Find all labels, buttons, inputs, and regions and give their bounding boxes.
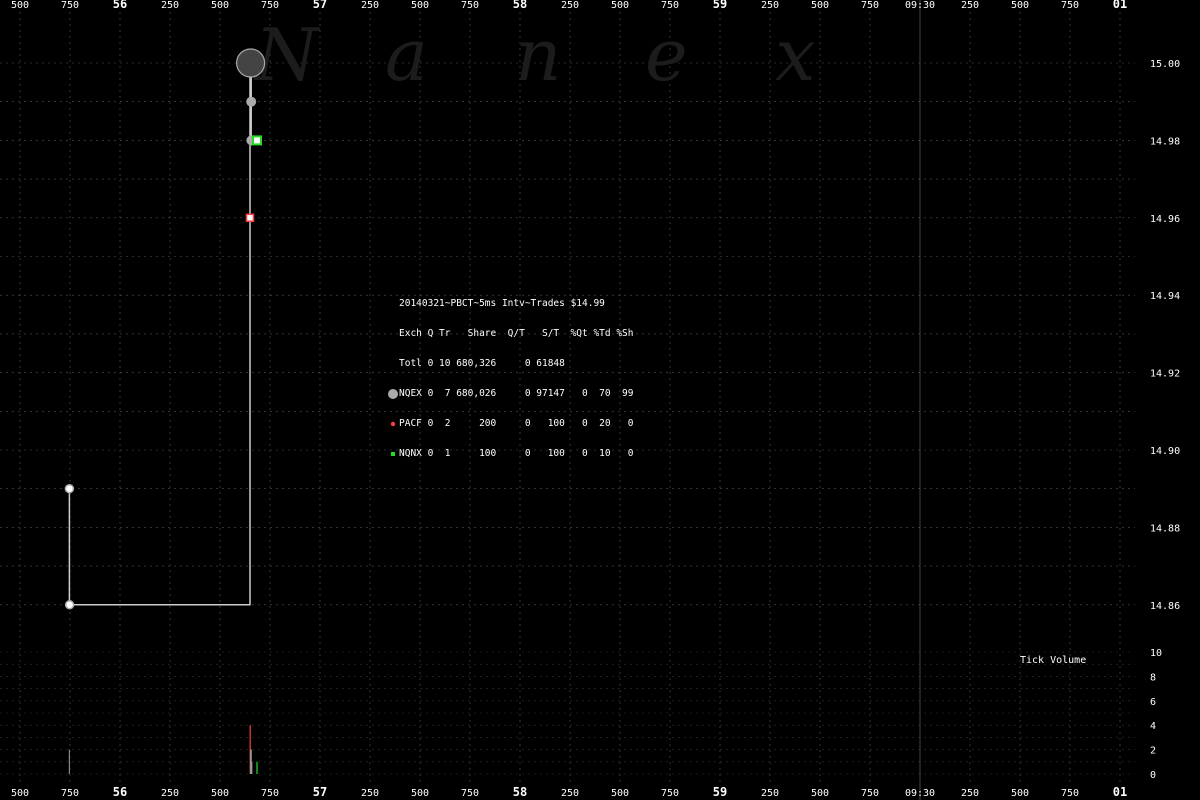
legend-header: Exch Q Tr Share Q/T S/T %Qt %Td %Sh — [399, 328, 634, 339]
legend-row-nqex: NQEX 0 7 680,026 0 97147 0 70 99 — [388, 389, 634, 399]
nqex-trade-point — [246, 96, 257, 107]
x-tick-label-bottom: 500 — [411, 788, 429, 799]
legend-row-pacf-text: PACF 0 2 200 0 100 0 20 0 — [399, 418, 634, 429]
x-axis: 500 750 56 250 500 750 57 250 500 750 58 250 500 750 5… — [11, 0, 1127, 799]
chart-svg: Nanex 500 750 56 250 500 750 57 250 500 750 58 250 5… — [0, 0, 1180, 800]
x-tick-label-bottom: 750 — [661, 788, 679, 799]
x-tick-label-top: 01 — [1113, 0, 1127, 11]
y-tick-label: 14.94 — [1150, 291, 1180, 302]
chart-title: 20140321~PBCT~5ms Intv~Trades $14.99 — [399, 298, 605, 309]
legend-row-nqex-text: NQEX 0 7 680,026 0 97147 0 70 99 — [399, 388, 634, 399]
x-tick-label-bottom: 750 — [1061, 788, 1079, 799]
watermark-letter: e — [645, 13, 688, 97]
legend: 20140321~PBCT~5ms Intv~Trades $14.99 Exc… — [388, 279, 634, 479]
x-tick-label-top: 250 — [361, 0, 379, 11]
x-tick-label-bottom: 500 — [11, 788, 29, 799]
x-tick-label-top: 500 — [211, 0, 229, 11]
x-tick-label-top: 250 — [161, 0, 179, 11]
legend-row-pacf: PACF 0 2 200 0 100 0 20 0 — [388, 419, 634, 429]
y-tick-label: 14.96 — [1150, 214, 1180, 225]
trade-points — [64, 48, 266, 610]
x-tick-label-top: 750 — [661, 0, 679, 11]
x-tick-label-top: 250 — [961, 0, 979, 11]
x-tick-label-top: 750 — [61, 0, 79, 11]
x-tick-label-bottom: 750 — [861, 788, 879, 799]
y-tick-label: 14.88 — [1150, 523, 1180, 534]
watermark-letter: N — [253, 13, 321, 97]
volume-tick-label: 6 — [1150, 697, 1156, 708]
volume-tick-label: 4 — [1150, 721, 1156, 732]
x-tick-label-bottom: 750 — [61, 788, 79, 799]
nqex-circle-icon — [388, 389, 398, 399]
legend-row-nqnx: NQNX 0 1 100 0 100 0 10 0 — [388, 449, 634, 459]
x-tick-label-top: 750 — [261, 0, 279, 11]
x-tick-label-bottom: 500 — [611, 788, 629, 799]
x-tick-label-top: 09:30 — [905, 0, 935, 11]
x-tick-label-top: 500 — [411, 0, 429, 11]
y-axis: 15.00 14.98 14.96 14.94 14.92 14.90 14.88 14.86 — [1150, 59, 1180, 612]
nqex-trade-point — [64, 600, 75, 610]
x-tick-label-bottom: 500 — [211, 788, 229, 799]
legend-row-totl-text: Totl 0 10 680,326 0 61848 — [399, 358, 565, 369]
legend-header-row: Exch Q Tr Share Q/T S/T %Qt %Td %Sh — [388, 329, 634, 339]
volume-tick-label: 8 — [1150, 672, 1156, 683]
y-tick-label: 14.90 — [1150, 446, 1180, 457]
watermark-letter: n — [515, 13, 561, 97]
x-tick-label-top: 500 — [1011, 0, 1029, 11]
nanex-chart: Nanex 500 750 56 250 500 750 57 250 500 750 58 250 5… — [0, 0, 1200, 800]
legend-row-nqnx-text: NQNX 0 1 100 0 100 0 10 0 — [399, 448, 634, 459]
x-tick-label-top: 750 — [461, 0, 479, 11]
pacf-trade-point — [245, 213, 255, 223]
x-tick-label-bottom: 250 — [761, 788, 779, 799]
legend-row-totl: Totl 0 10 680,326 0 61848 — [388, 359, 565, 369]
volume-axis-label: Tick Volume — [1020, 655, 1086, 666]
x-tick-label-bottom: 09:30 — [905, 788, 935, 799]
x-tick-label-bottom: 57 — [313, 785, 327, 799]
x-tick-label-bottom: 250 — [161, 788, 179, 799]
x-tick-label-bottom: 500 — [1011, 788, 1029, 799]
x-tick-label-bottom: 56 — [113, 785, 127, 799]
x-tick-label-bottom: 750 — [261, 788, 279, 799]
volume-tick-label: 2 — [1150, 746, 1156, 757]
pacf-dot-icon — [390, 421, 396, 427]
x-tick-label-top: 250 — [761, 0, 779, 11]
x-tick-label-top: 59 — [713, 0, 727, 11]
x-tick-label-top: 500 — [611, 0, 629, 11]
x-tick-label-top: 250 — [561, 0, 579, 11]
nqex-trade-point — [64, 483, 75, 494]
x-tick-label-bottom: 750 — [461, 788, 479, 799]
x-tick-label-top: 58 — [513, 0, 527, 11]
x-tick-label-bottom: 59 — [713, 785, 727, 799]
y-tick-label: 14.98 — [1150, 136, 1180, 147]
volume-tick-label: 0 — [1150, 770, 1156, 781]
watermark: Na ne x — [253, 13, 816, 97]
nqnx-trade-point — [252, 135, 262, 146]
x-tick-label-top: 750 — [1061, 0, 1079, 11]
x-tick-label-bottom: 01 — [1113, 785, 1127, 799]
x-tick-label-bottom: 250 — [361, 788, 379, 799]
y-tick-label: 14.86 — [1150, 601, 1180, 612]
grid — [0, 0, 1135, 800]
x-tick-label-top: 57 — [313, 0, 327, 11]
volume-axis: 10 8 6 4 2 0 Tick Volume — [1020, 648, 1162, 781]
x-tick-label-top: 56 — [113, 0, 127, 11]
nqnx-square-icon — [391, 452, 395, 456]
volume-tick-label: 10 — [1150, 648, 1162, 659]
nqex-trade-point — [236, 48, 266, 78]
x-tick-label-bottom: 250 — [561, 788, 579, 799]
y-tick-label: 15.00 — [1150, 59, 1180, 70]
y-tick-label: 14.92 — [1150, 369, 1180, 380]
x-tick-label-bottom: 58 — [513, 785, 527, 799]
x-tick-label-top: 500 — [11, 0, 29, 11]
x-tick-label-bottom: 250 — [961, 788, 979, 799]
x-tick-label-top: 750 — [861, 0, 879, 11]
x-tick-label-bottom: 500 — [811, 788, 829, 799]
watermark-letter: a — [385, 13, 428, 97]
x-tick-label-top: 500 — [811, 0, 829, 11]
watermark-letter: x — [775, 13, 816, 97]
legend-title-row: 20140321~PBCT~5ms Intv~Trades $14.99 — [388, 299, 605, 309]
